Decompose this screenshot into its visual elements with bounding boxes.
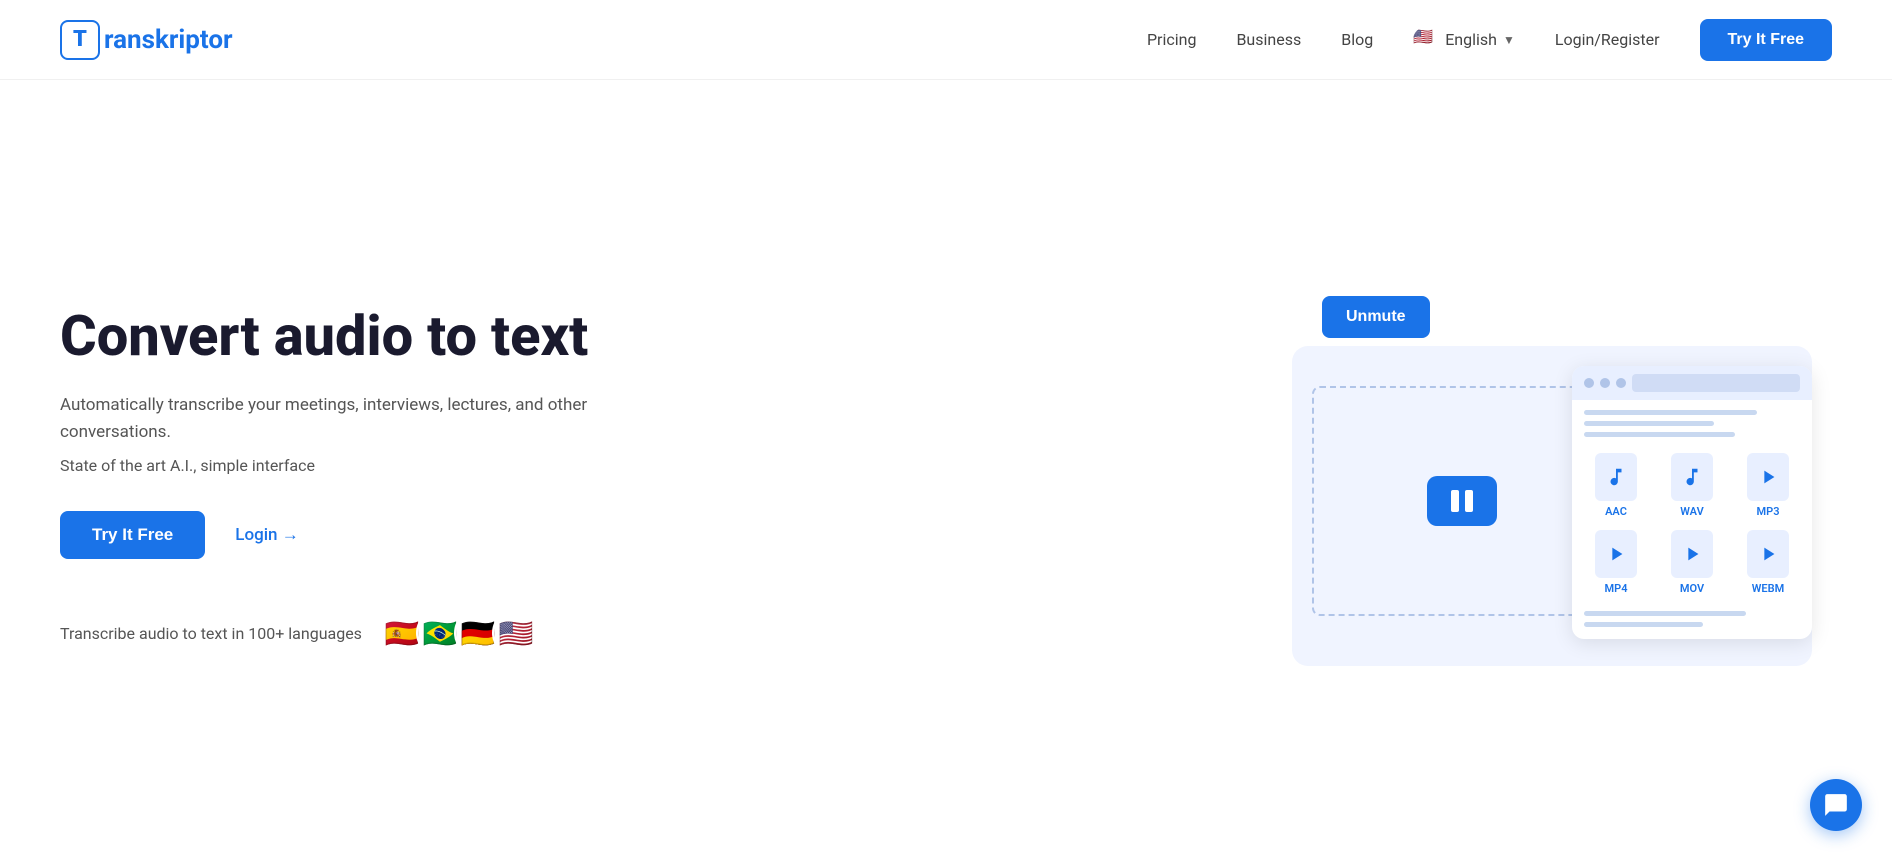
text-lines-area <box>1572 400 1812 437</box>
nav-links: Pricing Business Blog 🇺🇸 English ▼ Login… <box>1147 19 1832 61</box>
language-label: English <box>1445 30 1497 49</box>
mov-icon <box>1671 530 1713 578</box>
logo-icon: T <box>60 20 100 60</box>
dashed-area <box>1312 386 1612 616</box>
file-webm: WEBM <box>1736 530 1800 595</box>
window-dot-1 <box>1584 378 1594 388</box>
hero-login-link[interactable]: Login → <box>235 525 298 545</box>
play-icon-mov <box>1681 543 1703 565</box>
file-wav: WAV <box>1660 453 1724 518</box>
aac-icon <box>1595 453 1637 501</box>
flag-us: 🇺🇸 <box>492 609 540 657</box>
files-grid: AAC WAV MP3 <box>1572 437 1812 611</box>
hero-subtitle: Automatically transcribe your meetings, … <box>60 392 660 446</box>
logo-text: ranskriptor <box>104 25 233 55</box>
play-icon-mp3 <box>1757 466 1779 488</box>
language-selector[interactable]: 🇺🇸 English ▼ <box>1413 27 1515 53</box>
nav-blog[interactable]: Blog <box>1341 30 1373 49</box>
nav-pricing[interactable]: Pricing <box>1147 30 1197 49</box>
wav-icon <box>1671 453 1713 501</box>
window-bar <box>1572 366 1812 400</box>
languages-text: Transcribe audio to text in 100+ languag… <box>60 624 362 643</box>
webm-icon <box>1747 530 1789 578</box>
navbar: T ranskriptor Pricing Business Blog 🇺🇸 E… <box>0 0 1892 80</box>
play-icon-mp4 <box>1605 543 1627 565</box>
mp3-icon <box>1747 453 1789 501</box>
music-note-wav-icon <box>1681 466 1703 488</box>
logo[interactable]: T ranskriptor <box>60 20 233 60</box>
unmute-button[interactable]: Unmute <box>1322 296 1430 338</box>
hero-left: Convert audio to text Automatically tran… <box>60 304 660 658</box>
illustration-card: AAC WAV MP3 <box>1292 346 1812 666</box>
hero-actions: Try It Free Login → <box>60 511 660 559</box>
mp4-icon <box>1595 530 1637 578</box>
play-icon-webm <box>1757 543 1779 565</box>
hero-try-btn[interactable]: Try It Free <box>60 511 205 559</box>
hero-section: Convert audio to text Automatically tran… <box>0 80 1892 861</box>
navbar-try-btn[interactable]: Try It Free <box>1700 19 1832 61</box>
text-line-2 <box>1584 421 1714 426</box>
file-mov: MOV <box>1660 530 1724 595</box>
bottom-line-1 <box>1584 611 1746 616</box>
mp4-label: MP4 <box>1605 582 1628 595</box>
pause-button[interactable] <box>1427 476 1497 526</box>
file-mp3: MP3 <box>1736 453 1800 518</box>
window-search-bar <box>1632 374 1800 392</box>
hero-right: Unmute <box>1272 296 1832 666</box>
window-dot-3 <box>1616 378 1626 388</box>
chevron-down-icon: ▼ <box>1503 33 1515 47</box>
bottom-text-lines <box>1572 611 1812 639</box>
flags-row: 🇪🇸 🇧🇷 🇩🇪 🇺🇸 <box>378 609 540 657</box>
nav-business[interactable]: Business <box>1236 30 1301 49</box>
aac-label: AAC <box>1605 505 1627 518</box>
pause-bar-left <box>1451 490 1459 512</box>
bottom-line-2 <box>1584 622 1703 627</box>
webm-label: WEBM <box>1752 582 1784 595</box>
music-note-icon <box>1605 466 1627 488</box>
window-dot-2 <box>1600 378 1610 388</box>
mp3-label: MP3 <box>1757 505 1780 518</box>
wav-label: WAV <box>1680 505 1703 518</box>
chat-support-button[interactable] <box>1810 779 1862 831</box>
hero-state-of-art: State of the art A.I., simple interface <box>60 456 660 475</box>
hero-languages: Transcribe audio to text in 100+ languag… <box>60 609 660 657</box>
pause-bar-right <box>1465 490 1473 512</box>
file-aac: AAC <box>1584 453 1648 518</box>
file-mp4: MP4 <box>1584 530 1648 595</box>
text-line-1 <box>1584 410 1757 415</box>
mov-label: MOV <box>1680 582 1704 595</box>
us-flag-icon: 🇺🇸 <box>1413 27 1439 53</box>
hero-title: Convert audio to text <box>60 304 660 368</box>
chat-icon <box>1823 792 1849 818</box>
login-register-link[interactable]: Login/Register <box>1555 30 1660 49</box>
files-window: AAC WAV MP3 <box>1572 366 1812 639</box>
